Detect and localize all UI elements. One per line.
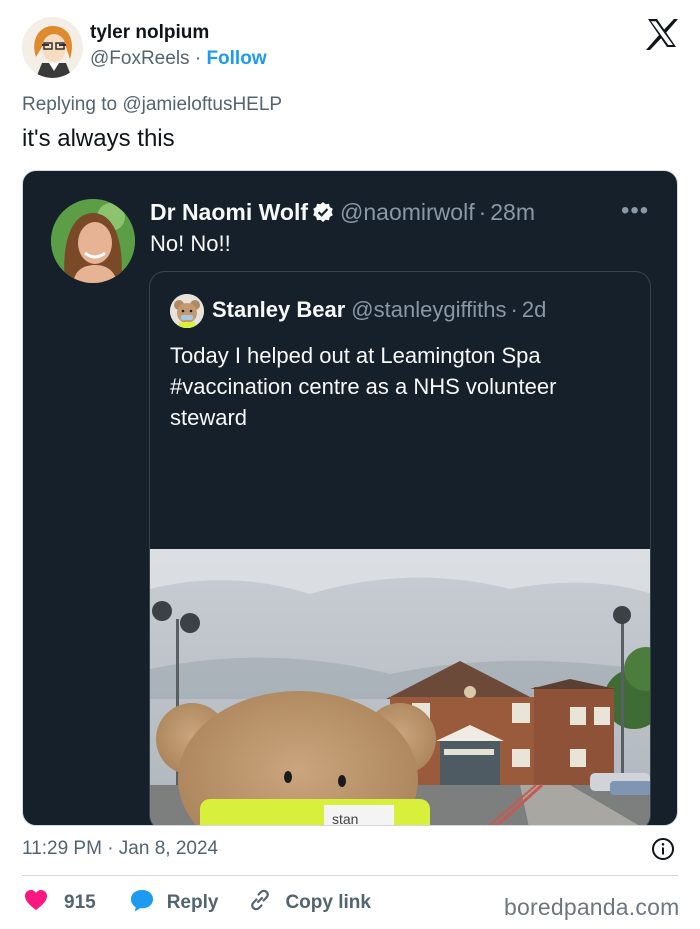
embedded-tweet-screenshot[interactable]: Dr Naomi Wolf @naomirwolf · 28m ••• No! No!… (22, 170, 678, 826)
x-logo-icon[interactable] (645, 16, 679, 50)
boredpanda-watermark: boredpanda.com (504, 894, 680, 920)
stanley-bear-name-row: Stanley Bear @stanleygiffiths · 2d (212, 297, 546, 323)
replying-to: Replying to @jamieloftusHELP (22, 94, 282, 116)
naomi-wolf-time: 28m (490, 199, 536, 225)
tweet-timestamp[interactable]: 11:29 PM · Jan 8, 2024 (22, 838, 218, 860)
like-button[interactable]: 915 (22, 889, 96, 917)
teddy-bear-photo: stan stan (150, 549, 650, 826)
name-label-text: stan (332, 811, 359, 826)
naomi-wolf-name-row: Dr Naomi Wolf @naomirwolf · 28m (150, 199, 535, 229)
like-count: 915 (64, 892, 96, 913)
author-handle[interactable]: @FoxReels (90, 48, 190, 69)
tweet-text: it's always this (22, 125, 175, 152)
quoted-tweet: Stanley Bear @stanleygiffiths · 2d Today I … (149, 271, 651, 826)
naomi-wolf-handle: @naomirwolf (340, 199, 475, 225)
stanley-bear-avatar (170, 294, 204, 328)
naomi-wolf-name: Dr Naomi Wolf (150, 199, 309, 225)
hi-vis-vest (200, 799, 430, 825)
naomi-wolf-sep: · (478, 199, 487, 225)
replying-mention[interactable]: @jamieloftusHELP (122, 94, 282, 115)
follow-button[interactable]: Follow (206, 48, 266, 69)
author-handle-row: @FoxReels · Follow (90, 48, 267, 70)
naomi-wolf-avatar (51, 199, 135, 283)
footer-divider (22, 875, 678, 876)
reply-label: Reply (166, 892, 219, 913)
replying-prefix: Replying to (22, 94, 118, 115)
stanley-bear-sep: · (510, 297, 518, 322)
verified-badge-icon (312, 201, 334, 229)
stanley-bear-name: Stanley Bear (212, 297, 346, 322)
naomi-wolf-tweet-text: No! No!! (150, 231, 231, 256)
info-icon[interactable] (651, 837, 675, 861)
copy-link-label: Copy link (285, 892, 371, 913)
reply-bubble-icon (130, 889, 154, 918)
stanley-bear-tweet-text: Today I helped out at Leamington Spa #va… (170, 343, 557, 430)
handle-separator: · (194, 48, 202, 69)
copy-link-button[interactable]: Copy link (248, 888, 371, 918)
stanley-bear-time: 2d (521, 297, 547, 322)
more-options-icon: ••• (621, 197, 650, 224)
heart-icon (24, 889, 48, 917)
author-display-name[interactable]: tyler nolpium (90, 22, 209, 44)
action-bar: 915 Reply Copy link (22, 888, 371, 918)
link-icon (248, 888, 272, 918)
author-avatar[interactable] (22, 17, 83, 78)
stanley-bear-handle: @stanleygiffiths (351, 297, 507, 322)
reply-button[interactable]: Reply (130, 889, 219, 918)
